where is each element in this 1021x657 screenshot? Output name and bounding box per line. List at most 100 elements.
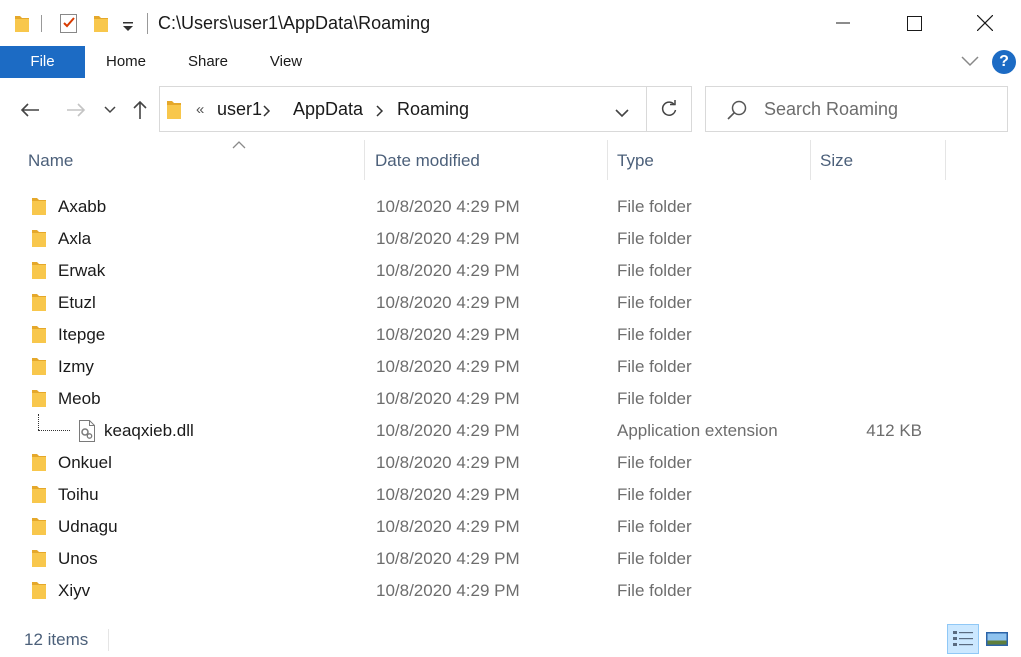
file-row[interactable]: Onkuel 10/8/2020 4:29 PM File folder	[0, 447, 960, 479]
file-name: Erwak	[58, 261, 106, 280]
minimize-button[interactable]	[808, 0, 878, 46]
file-name: Toihu	[58, 485, 99, 504]
file-type: File folder	[617, 197, 692, 216]
folder-icon	[31, 324, 47, 349]
date-modified: 10/8/2020 4:29 PM	[376, 293, 520, 312]
folder-icon	[31, 484, 47, 509]
folder-icon	[166, 98, 182, 125]
forward-button[interactable]	[60, 94, 92, 126]
folder-icon[interactable]	[14, 13, 30, 38]
search-input[interactable]	[764, 97, 994, 121]
close-button[interactable]	[950, 0, 1020, 46]
breadcrumb-appdata[interactable]: AppData	[293, 99, 363, 120]
file-row[interactable]: Izmy 10/8/2020 4:29 PM File folder	[0, 351, 960, 383]
file-name: Izmy	[58, 357, 94, 376]
column-header-size[interactable]: Size	[811, 140, 945, 180]
address-divider	[646, 87, 647, 131]
file-row[interactable]: Xiyv 10/8/2020 4:29 PM File folder	[0, 575, 960, 607]
file-name: Unos	[58, 549, 98, 568]
expand-ribbon-icon[interactable]	[961, 54, 979, 72]
file-row[interactable]: Axabb 10/8/2020 4:29 PM File folder	[0, 191, 960, 223]
refresh-icon[interactable]	[660, 99, 678, 123]
date-modified: 10/8/2020 4:29 PM	[376, 517, 520, 536]
maximize-button[interactable]	[879, 0, 949, 46]
breadcrumb-roaming[interactable]: Roaming	[397, 99, 469, 120]
file-row[interactable]: Toihu 10/8/2020 4:29 PM File folder	[0, 479, 960, 511]
file-row[interactable]: Axla 10/8/2020 4:29 PM File folder	[0, 223, 960, 255]
details-view-icon	[953, 631, 973, 646]
toolbar-divider	[147, 13, 148, 34]
date-modified: 10/8/2020 4:29 PM	[376, 229, 520, 248]
details-view-button[interactable]	[947, 624, 979, 654]
file-type: File folder	[617, 517, 692, 536]
file-row[interactable]: Udnagu 10/8/2020 4:29 PM File folder	[0, 511, 960, 543]
breadcrumb-chevron-icon[interactable]	[376, 104, 384, 122]
column-date-label: Date modified	[375, 151, 480, 170]
date-modified: 10/8/2020 4:29 PM	[376, 389, 520, 408]
title-bar: C:\Users\user1\AppData\Roaming	[0, 0, 1021, 46]
folder-icon	[31, 388, 47, 413]
tab-view[interactable]: View	[258, 46, 314, 78]
minimize-icon	[836, 22, 850, 24]
up-button[interactable]	[128, 94, 152, 126]
file-type: File folder	[617, 357, 692, 376]
column-header-type[interactable]: Type	[608, 140, 810, 180]
properties-icon[interactable]	[59, 12, 79, 39]
help-button[interactable]: ?	[992, 50, 1016, 74]
file-size: 412 KB	[866, 421, 922, 440]
file-type: File folder	[617, 293, 692, 312]
recent-locations-button[interactable]	[100, 94, 120, 126]
file-row[interactable]: Unos 10/8/2020 4:29 PM File folder	[0, 543, 960, 575]
large-icons-view-button[interactable]	[981, 624, 1013, 654]
address-dropdown-icon[interactable]	[615, 105, 629, 123]
date-modified: 10/8/2020 4:29 PM	[376, 549, 520, 568]
search-icon	[726, 99, 748, 126]
file-row[interactable]: Erwak 10/8/2020 4:29 PM File folder	[0, 255, 960, 287]
column-header-name[interactable]: Name	[0, 140, 364, 180]
folder-icon	[31, 196, 47, 221]
breadcrumb-chevron-icon[interactable]	[263, 104, 271, 122]
close-icon	[977, 15, 993, 31]
file-type: Application extension	[617, 421, 778, 440]
item-count: 12 items	[24, 630, 89, 649]
file-row[interactable]: Meob 10/8/2020 4:29 PM File folder	[0, 383, 960, 415]
folder-icon	[31, 452, 47, 477]
folder-icon	[31, 548, 47, 573]
search-box[interactable]	[705, 86, 1008, 132]
tab-home[interactable]: Home	[95, 46, 157, 78]
back-arrow-icon	[20, 103, 39, 117]
breadcrumb-overflow[interactable]: «	[196, 101, 204, 118]
up-arrow-icon	[133, 100, 147, 119]
date-modified: 10/8/2020 4:29 PM	[376, 421, 520, 440]
dll-file-icon	[78, 420, 96, 447]
file-row[interactable]: Itepge 10/8/2020 4:29 PM File folder	[0, 319, 960, 351]
new-folder-icon[interactable]	[93, 13, 109, 38]
column-type-label: Type	[617, 151, 654, 170]
large-icons-view-icon	[986, 632, 1008, 646]
folder-icon	[31, 260, 47, 285]
file-type: File folder	[617, 485, 692, 504]
customize-toolbar-icon[interactable]	[122, 19, 134, 37]
date-modified: 10/8/2020 4:29 PM	[376, 453, 520, 472]
address-bar[interactable]: « user1 AppData Roaming	[159, 86, 692, 132]
file-name: Udnagu	[58, 517, 118, 536]
back-button[interactable]	[14, 94, 46, 126]
column-divider[interactable]	[945, 140, 946, 180]
maximize-icon	[906, 15, 922, 31]
tab-file[interactable]: File	[0, 46, 85, 78]
file-type: File folder	[617, 389, 692, 408]
breadcrumb-user1[interactable]: user1	[217, 99, 262, 120]
date-modified: 10/8/2020 4:29 PM	[376, 197, 520, 216]
file-name: Itepge	[58, 325, 106, 344]
file-type: File folder	[617, 453, 692, 472]
forward-arrow-icon	[67, 103, 86, 117]
tab-share[interactable]: Share	[177, 46, 239, 78]
file-row[interactable]: keaqxieb.dll 10/8/2020 4:29 PM Application…	[0, 415, 960, 447]
column-header-date[interactable]: Date modified	[365, 140, 607, 180]
file-type: File folder	[617, 229, 692, 248]
file-type: File folder	[617, 581, 692, 600]
chevron-down-icon	[104, 106, 116, 114]
date-modified: 10/8/2020 4:29 PM	[376, 261, 520, 280]
file-row[interactable]: Etuzl 10/8/2020 4:29 PM File folder	[0, 287, 960, 319]
file-name: keaqxieb.dll	[104, 421, 194, 440]
